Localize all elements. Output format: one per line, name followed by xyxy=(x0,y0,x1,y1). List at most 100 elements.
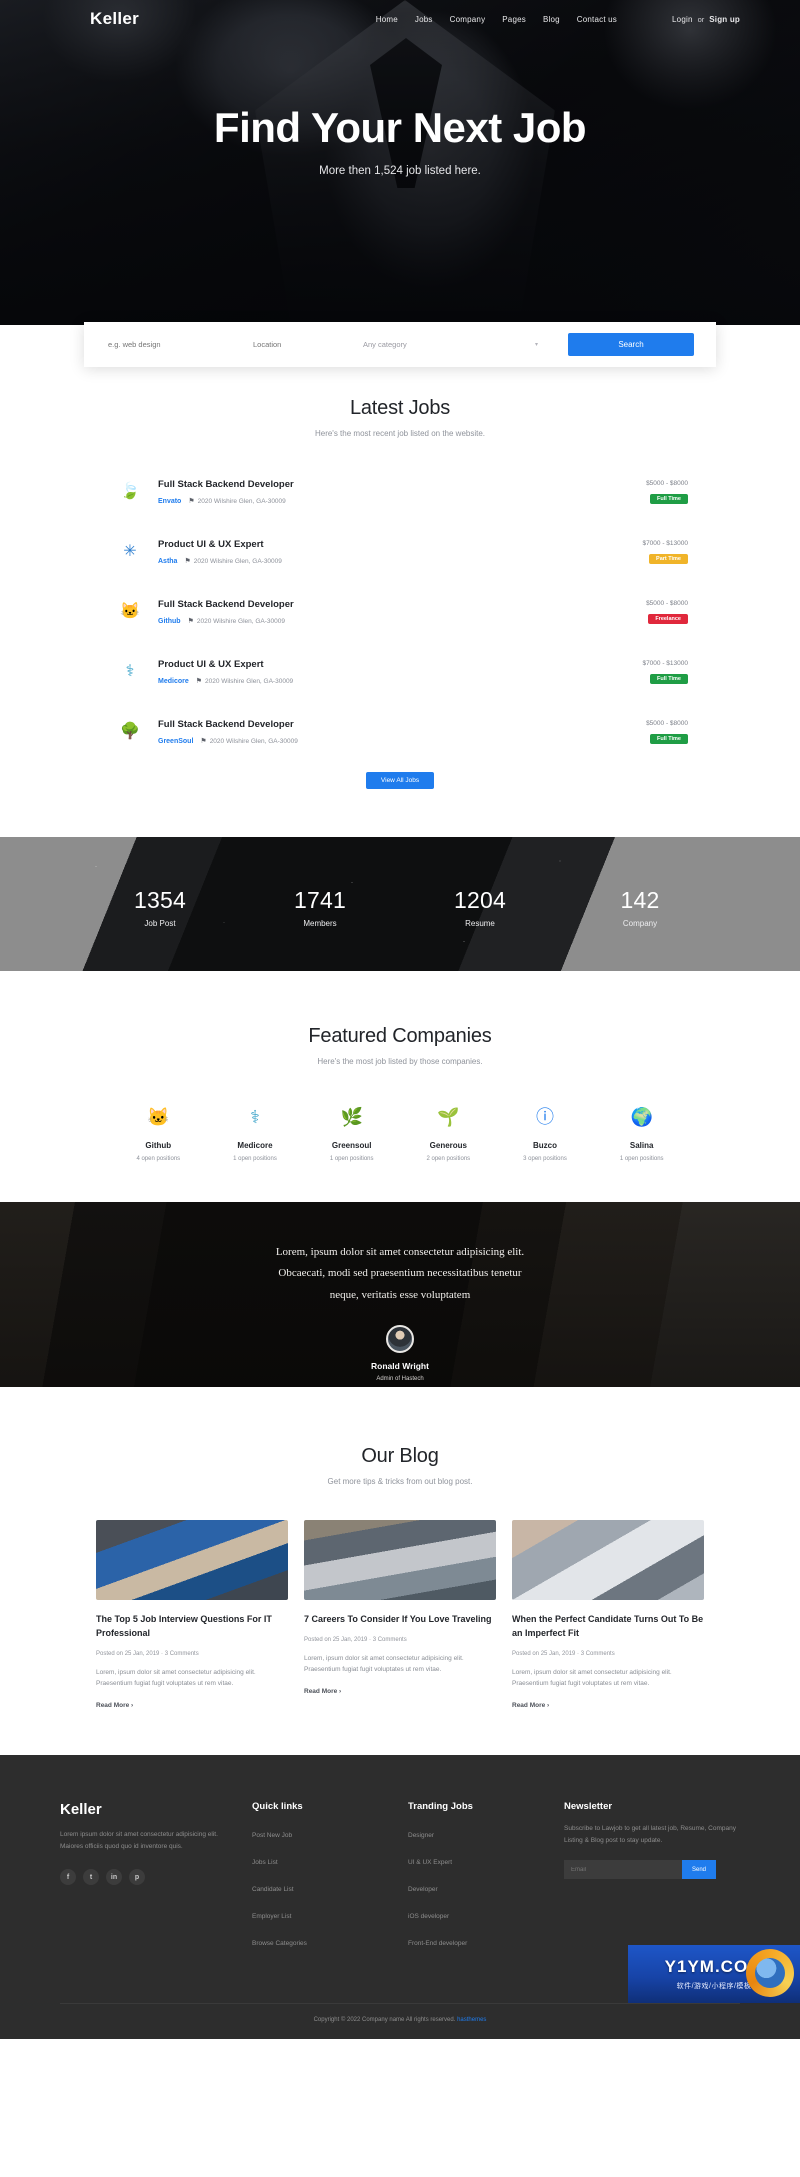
footer-link-candidate-list[interactable]: Candidate List xyxy=(252,1886,294,1893)
newsletter-send-button[interactable]: Send xyxy=(682,1860,716,1880)
footer-link-browse-categories[interactable]: Browse Categories xyxy=(252,1940,307,1947)
search-category-select[interactable]: Any category ▾ xyxy=(363,340,548,349)
testimonial-content: Lorem, ipsum dolor sit amet consectetur … xyxy=(0,1202,800,1382)
job-salary: $5000 - $8000 xyxy=(646,479,688,487)
footer-link-developer[interactable]: Developer xyxy=(408,1886,438,1893)
linkedin-icon[interactable]: in xyxy=(106,1869,122,1886)
blog-thumbnail-image xyxy=(96,1520,288,1600)
footer-copyright-link[interactable]: hasthemes xyxy=(457,2017,486,2023)
blog-header: Our Blog Get more tips & tricks from out… xyxy=(0,1445,800,1486)
job-list-item[interactable]: ⚕ Product UI & UX Expert Medicore ⚑ 2020… xyxy=(112,652,688,692)
footer-link-jobs-list[interactable]: Jobs List xyxy=(252,1859,278,1866)
footer-link-post-new-job[interactable]: Post New Job xyxy=(252,1832,292,1839)
facebook-icon[interactable]: f xyxy=(60,1869,76,1886)
footer-link-front-end-developer[interactable]: Front-End developer xyxy=(408,1940,467,1947)
site-logo[interactable]: Keller xyxy=(90,9,139,29)
company-card-buzco[interactable]: ⓘ Buzco 3 open positions xyxy=(497,1104,594,1162)
job-title[interactable]: Product UI & UX Expert xyxy=(158,659,642,670)
nav-item-home[interactable]: Home xyxy=(376,15,398,24)
job-list-item[interactable]: 🍃 Full Stack Backend Developer Envato ⚑ … xyxy=(112,472,688,512)
company-open-positions: 1 open positions xyxy=(619,1156,664,1162)
blog-read-more-link[interactable]: Read More › xyxy=(96,1702,288,1709)
featured-companies-title: Featured Companies xyxy=(308,1025,492,1047)
login-link[interactable]: Login xyxy=(672,15,693,24)
nav-item-company[interactable]: Company xyxy=(450,15,486,24)
location-pin-icon: ⚑ xyxy=(195,678,203,685)
newsletter-email-input[interactable] xyxy=(564,1860,682,1880)
job-title[interactable]: Full Stack Backend Developer xyxy=(158,599,646,610)
footer-link-employer-list[interactable]: Employer List xyxy=(252,1913,291,1920)
company-card-generous[interactable]: 🌱 Generous 2 open positions xyxy=(400,1104,497,1162)
blog-title: Our Blog xyxy=(361,1445,439,1467)
footer-link-ios-developer[interactable]: iOS developer xyxy=(408,1913,449,1920)
nav-item-blog[interactable]: Blog xyxy=(543,15,560,24)
latest-jobs-title: Latest Jobs xyxy=(349,397,451,419)
job-list-item[interactable]: 🐱 Full Stack Backend Developer Github ⚑ … xyxy=(112,592,688,632)
company-card-medicore[interactable]: ⚕ Medicore 1 open positions xyxy=(207,1104,304,1162)
medicore-logo-icon: ⚕ xyxy=(125,663,135,680)
job-company[interactable]: Medicore xyxy=(158,678,189,685)
location-pin-icon: ⚑ xyxy=(188,498,195,505)
blog-card-excerpt: Lorem, ipsum dolor sit amet consectetur … xyxy=(512,1668,672,1688)
search-keyword-input[interactable] xyxy=(108,340,253,349)
view-all-jobs-button[interactable]: View All Jobs xyxy=(366,772,434,789)
footer-logo[interactable]: Keller xyxy=(60,1801,224,1818)
nav-item-jobs[interactable]: Jobs xyxy=(415,15,433,24)
job-meta: GreenSoul ⚑ 2020 Wilshire Glen, GA-30009 xyxy=(158,737,646,746)
job-info: Product UI & UX Expert Medicore ⚑ 2020 W… xyxy=(158,659,642,685)
blog-card-title[interactable]: When the Perfect Candidate Turns Out To … xyxy=(512,1613,704,1641)
blog-card-meta: Posted on 25 Jan, 2019 · 3 Comments xyxy=(512,1650,615,1657)
job-company[interactable]: Envato xyxy=(158,498,181,505)
jobs-list: 🍃 Full Stack Backend Developer Envato ⚑ … xyxy=(112,472,688,752)
nav-item-pages[interactable]: Pages xyxy=(502,15,526,24)
job-type-badge: Freelance xyxy=(648,613,688,624)
chevron-down-icon: ▾ xyxy=(534,342,538,348)
blog-card-title[interactable]: The Top 5 Job Interview Questions For IT… xyxy=(96,1613,288,1641)
job-company[interactable]: Github xyxy=(158,618,181,625)
job-type-badge: Full Time xyxy=(649,733,688,744)
pinterest-icon[interactable]: p xyxy=(129,1869,145,1886)
job-type-badge: Full Time xyxy=(649,673,688,684)
search-category-value: Any category xyxy=(363,340,407,349)
blog-card-title[interactable]: 7 Careers To Consider If You Love Travel… xyxy=(304,1613,496,1627)
blog-read-more-link[interactable]: Read More › xyxy=(304,1688,496,1695)
company-card-salina[interactable]: 🌍 Salina 1 open positions xyxy=(593,1104,690,1162)
job-list-item[interactable]: 🌳 Full Stack Backend Developer GreenSoul… xyxy=(112,712,688,752)
signup-link[interactable]: Sign up xyxy=(709,15,740,24)
blog-card[interactable]: The Top 5 Job Interview Questions For IT… xyxy=(96,1520,288,1709)
search-location-input[interactable] xyxy=(253,340,363,349)
job-title[interactable]: Product UI & UX Expert xyxy=(158,539,642,550)
nav-item-contact-us[interactable]: Contact us xyxy=(577,15,617,24)
blog-read-more-link[interactable]: Read More › xyxy=(512,1702,704,1709)
search-button[interactable]: Search xyxy=(568,333,694,356)
testimonial-quote-line-3: neque, veritatis esse voluptatem xyxy=(329,1288,471,1301)
job-company[interactable]: Astha xyxy=(158,558,177,565)
hero-title: Find Your Next Job xyxy=(213,104,587,151)
testimonial-author-name: Ronald Wright xyxy=(371,1361,429,1372)
github-logo-icon: 🐱 xyxy=(120,603,140,620)
job-meta: Astha ⚑ 2020 Wilshire Glen, GA-30009 xyxy=(158,557,642,566)
job-title[interactable]: Full Stack Backend Developer xyxy=(158,719,646,730)
blog-card[interactable]: When the Perfect Candidate Turns Out To … xyxy=(512,1520,704,1709)
job-salary: $5000 - $8000 xyxy=(646,719,688,727)
stat-label: Company xyxy=(622,918,658,928)
footer-brand-column: Keller Lorem ipsum dolor sit amet consec… xyxy=(60,1801,224,1959)
watermark-subtitle: 软件/游戏/小程序/模板 xyxy=(676,1982,752,1990)
watermark-overlay: Y1YM.COM 软件/游戏/小程序/模板 xyxy=(628,1944,800,2003)
footer-link-ui-ux-expert[interactable]: UI & UX Expert xyxy=(408,1859,452,1866)
footer-link-designer[interactable]: Designer xyxy=(408,1832,434,1839)
job-company[interactable]: GreenSoul xyxy=(158,738,193,745)
nav-links: Home Jobs Company Pages Blog Contact us … xyxy=(376,15,740,24)
company-card-github[interactable]: 🐱 Github 4 open positions xyxy=(110,1104,207,1162)
twitter-icon[interactable]: t xyxy=(83,1869,99,1886)
social-links: f t in p xyxy=(60,1869,224,1886)
page-root: Keller Home Jobs Company Pages Blog Cont… xyxy=(0,0,800,2039)
company-card-greensoul[interactable]: 🌿 Greensoul 1 open positions xyxy=(303,1104,400,1162)
stat-number: 1354 xyxy=(134,886,186,913)
job-list-item[interactable]: ✳ Product UI & UX Expert Astha ⚑ 2020 Wi… xyxy=(112,532,688,572)
company-name: Salina xyxy=(629,1141,654,1150)
generous-logo-icon: 🌱 xyxy=(437,1107,460,1127)
job-right: $5000 - $8000 Full Time xyxy=(646,720,688,745)
blog-card[interactable]: 7 Careers To Consider If You Love Travel… xyxy=(304,1520,496,1709)
job-title[interactable]: Full Stack Backend Developer xyxy=(158,479,646,490)
